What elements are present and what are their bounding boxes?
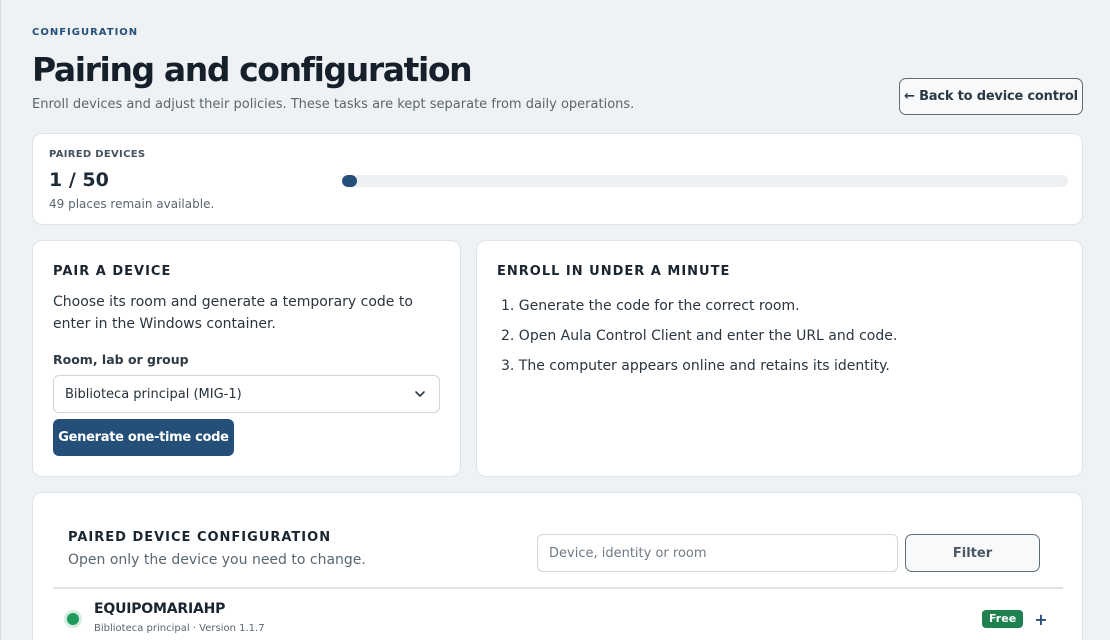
room-select-value: Biblioteca principal (MIG-1): [65, 386, 242, 402]
paired-devices-summary: PAIRED DEVICES 1 / 50 49 places remain a…: [32, 133, 1083, 225]
online-status-dot-icon: [67, 613, 79, 625]
back-to-device-control-button[interactable]: ← Back to device control: [899, 78, 1083, 115]
chevron-down-icon: [415, 391, 425, 397]
device-configuration-subtitle: Open only the device you need to change.: [68, 552, 366, 568]
filter-button[interactable]: Filter: [905, 534, 1040, 572]
page-eyebrow: CONFIGURATION: [32, 27, 139, 38]
status-badge: Free: [982, 610, 1024, 628]
device-configuration-card: PAIRED DEVICE CONFIGURATION Open only th…: [32, 492, 1083, 640]
enroll-step-2: 2. Open Aula Control Client and enter th…: [501, 328, 898, 344]
page-title: Pairing and configuration: [32, 50, 473, 89]
enroll-step-3: 3. The computer appears online and retai…: [501, 358, 890, 374]
device-search-input[interactable]: [537, 534, 898, 572]
pair-device-card: PAIR A DEVICE Choose its room and genera…: [32, 240, 461, 477]
room-field-label: Room, lab or group: [53, 352, 189, 367]
enroll-steps-card: ENROLL IN UNDER A MINUTE 1. Generate the…: [476, 240, 1083, 477]
device-name: EQUIPOMARIAHP: [94, 601, 226, 617]
device-configuration-heading: PAIRED DEVICE CONFIGURATION: [68, 530, 332, 545]
paired-devices-label: PAIRED DEVICES: [49, 149, 146, 160]
device-meta: Biblioteca principal · Version 1.1.7: [94, 623, 265, 634]
table-row[interactable]: EQUIPOMARIAHP Biblioteca principal · Ver…: [53, 589, 1063, 640]
room-select[interactable]: Biblioteca principal (MIG-1): [53, 375, 440, 413]
generate-code-button[interactable]: Generate one-time code: [53, 419, 234, 456]
paired-devices-count: 1 / 50: [49, 169, 109, 191]
enroll-step-1: 1. Generate the code for the correct roo…: [501, 298, 800, 314]
page-subtitle: Enroll devices and adjust their policies…: [32, 97, 635, 112]
enroll-steps-list: 1. Generate the code for the correct roo…: [501, 291, 897, 381]
pair-device-description: Choose its room and generate a temporary…: [53, 294, 413, 332]
capacity-progress-fill: [342, 175, 357, 187]
places-remaining-note: 49 places remain available.: [49, 197, 215, 211]
pair-device-heading: PAIR A DEVICE: [53, 264, 172, 279]
capacity-progress-bar: [342, 175, 1068, 187]
expand-device-button[interactable]: +: [1031, 608, 1051, 630]
enroll-heading: ENROLL IN UNDER A MINUTE: [497, 264, 731, 279]
